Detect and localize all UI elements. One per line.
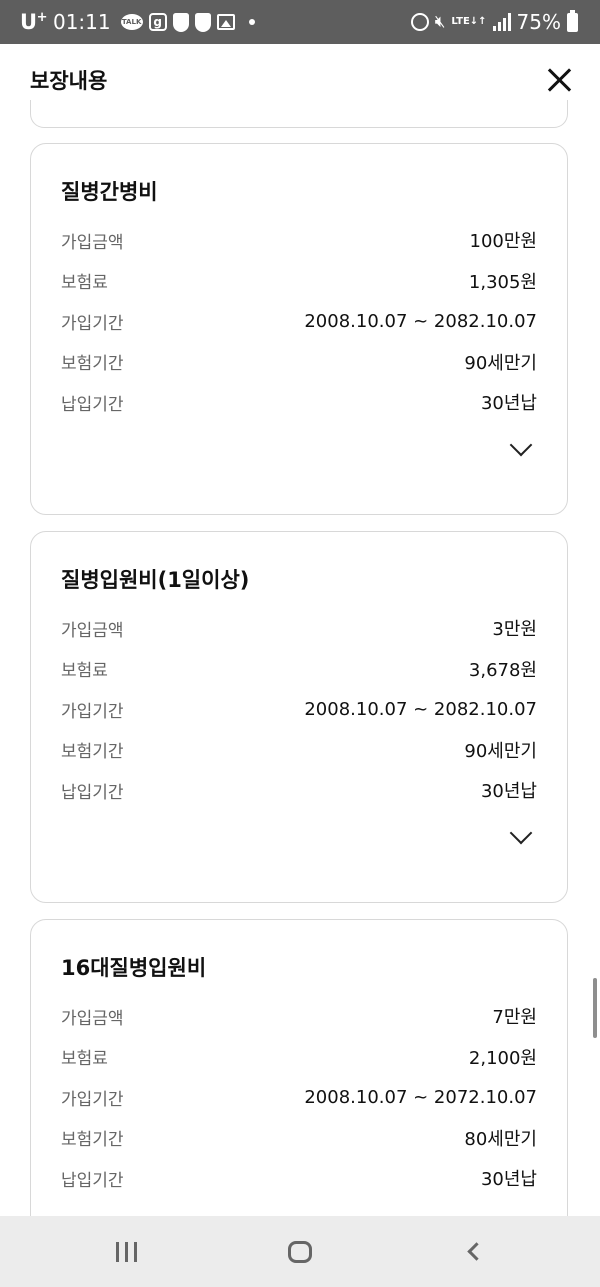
row-value: 2008.10.07 ~ 2082.10.07 (304, 698, 537, 720)
row-value: 30년납 (480, 781, 537, 803)
image-icon (216, 14, 235, 30)
row-join-amount: 가입금액 7만원 (61, 996, 537, 1037)
row-value: 1,305원 (468, 271, 537, 293)
row-label: 가입기간 (61, 313, 124, 334)
g-app-icon: g (148, 13, 167, 31)
shield-icon (172, 12, 189, 32)
row-insurance-period: 보험기간 90세만기 (61, 730, 537, 771)
scrollbar[interactable] (593, 978, 597, 1038)
row-value: 30년납 (480, 393, 537, 415)
coverage-card: 질병간병비 가입금액 100만원 보험료 1,305원 가입기간 2008.10.07… (30, 143, 568, 515)
recents-icon (116, 1241, 138, 1262)
row-label: 보험기간 (61, 742, 124, 763)
row-label: 보험기간 (61, 1130, 124, 1151)
lte-arrows: ↓↑ (469, 16, 487, 27)
row-label: 가입금액 (61, 1008, 124, 1029)
row-label: 보험료 (61, 661, 108, 682)
carrier-text: U (20, 10, 37, 34)
kakaotalk-icon: TALK (120, 14, 143, 30)
row-insurance-period: 보험기간 90세만기 (61, 342, 537, 383)
row-value: 90세만기 (464, 352, 537, 374)
card-title: 질병입원비(1일이상) (61, 568, 250, 592)
row-label: 가입기간 (61, 701, 124, 722)
close-icon[interactable] (546, 66, 574, 94)
mute-icon: 🔇︎ (434, 12, 446, 32)
row-premium: 보험료 1,305원 (61, 261, 537, 302)
row-value: 30년납 (480, 1169, 537, 1191)
row-value: 2008.10.07 ~ 2082.10.07 (304, 310, 537, 332)
row-insurance-period: 보험기간 80세만기 (61, 1118, 537, 1159)
row-payment-period: 납입기간 30년납 (61, 1158, 537, 1199)
expand-area (61, 821, 537, 865)
row-payment-period: 납입기간 30년납 (61, 770, 537, 811)
carrier-label: U+ (20, 10, 47, 34)
page-title: 보장내용 (30, 69, 108, 93)
row-join-period: 가입기간 2008.10.07 ~ 2082.10.07 (61, 689, 537, 730)
recents-button[interactable] (87, 1227, 167, 1277)
row-label: 납입기간 (61, 782, 124, 803)
row-label: 납입기간 (61, 1170, 124, 1191)
previous-card-edge (30, 100, 568, 128)
chevron-down-icon[interactable] (509, 821, 533, 844)
card-title: 16대질병입원비 (61, 956, 207, 980)
expand-area (61, 433, 537, 477)
back-icon (467, 1242, 486, 1261)
row-join-amount: 가입금액 3만원 (61, 608, 537, 649)
lte-icon: LTE ↓↑ (451, 17, 486, 27)
carrier-plus: + (36, 10, 48, 25)
clock: 01:11 (52, 10, 111, 34)
row-label: 보험기간 (61, 354, 124, 375)
row-label: 가입금액 (61, 620, 124, 641)
notification-dot-icon (248, 19, 255, 25)
row-join-amount: 가입금액 100만원 (61, 220, 537, 261)
battery-percent: 75% (516, 10, 561, 34)
row-label: 보험료 (61, 273, 108, 294)
row-value: 90세만기 (464, 740, 537, 762)
battery-icon (567, 9, 578, 32)
row-value: 3만원 (492, 619, 537, 641)
row-premium: 보험료 3,678원 (61, 649, 537, 690)
row-value: 2008.10.07 ~ 2072.10.07 (304, 1086, 537, 1108)
row-label: 가입기간 (61, 1089, 124, 1110)
chevron-down-icon[interactable] (509, 433, 533, 456)
coverage-card: 질병입원비(1일이상) 가입금액 3만원 보험료 3,678원 가입기간 2008.1… (30, 531, 568, 903)
alarm-icon (410, 13, 429, 31)
lte-text: LTE (451, 16, 470, 27)
status-bar: U+ 01:11 TALK g 🔇︎ LTE ↓↑ 75% (0, 0, 600, 44)
navigation-bar (0, 1216, 600, 1287)
home-icon (287, 1240, 312, 1263)
back-button[interactable] (433, 1227, 513, 1277)
status-right: 🔇︎ LTE ↓↑ 75% (410, 9, 578, 34)
card-title: 질병간병비 (61, 180, 158, 204)
coverage-card: 16대질병입원비 가입금액 7만원 보험료 2,100원 가입기간 2008.10.0… (30, 919, 568, 1239)
row-value: 100만원 (469, 231, 537, 253)
row-join-period: 가입기간 2008.10.07 ~ 2082.10.07 (61, 301, 537, 342)
status-left: U+ 01:11 TALK g (20, 10, 255, 34)
home-button[interactable] (260, 1227, 340, 1277)
row-value: 7만원 (492, 1007, 537, 1029)
row-value: 3,678원 (468, 659, 537, 681)
row-premium: 보험료 2,100원 (61, 1037, 537, 1078)
row-value: 80세만기 (464, 1128, 537, 1150)
shield-icon-2 (194, 12, 211, 32)
row-payment-period: 납입기간 30년납 (61, 382, 537, 423)
row-join-period: 가입기간 2008.10.07 ~ 2072.10.07 (61, 1077, 537, 1118)
signal-icon (492, 13, 511, 31)
row-label: 납입기간 (61, 394, 124, 415)
row-value: 2,100원 (468, 1047, 537, 1069)
row-label: 가입금액 (61, 232, 124, 253)
row-label: 보험료 (61, 1049, 108, 1070)
